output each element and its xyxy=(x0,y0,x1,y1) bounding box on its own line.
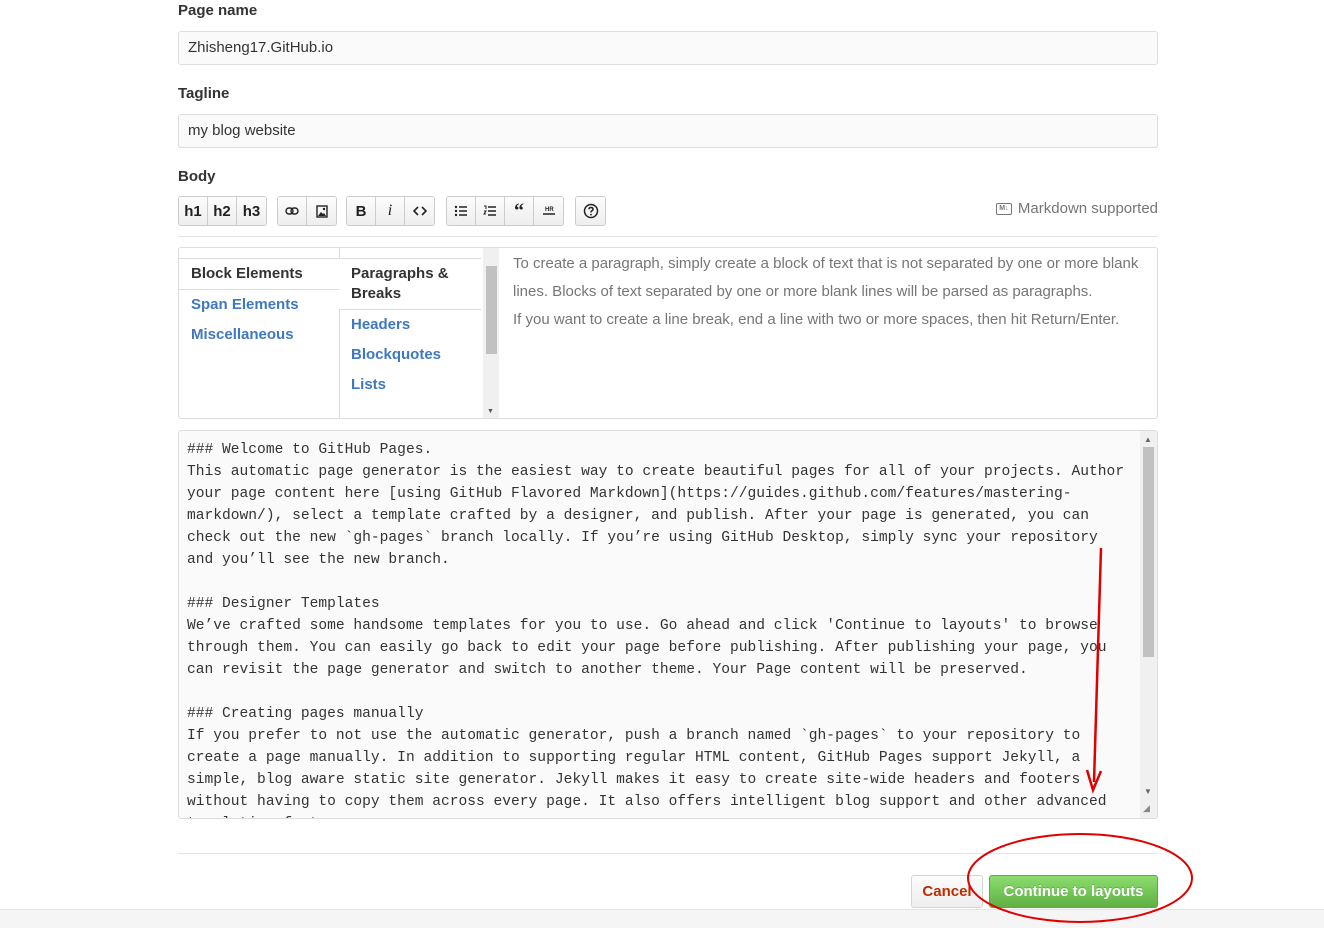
format-button-group: B i xyxy=(346,196,435,226)
help-category-miscellaneous[interactable]: Miscellaneous xyxy=(179,320,339,350)
help-topic-scrollbar[interactable]: ▼ xyxy=(483,248,499,418)
bold-button[interactable]: B xyxy=(347,197,376,225)
image-icon[interactable] xyxy=(307,197,336,225)
help-topic-lists[interactable]: Lists xyxy=(339,370,497,400)
help-category-block-elements[interactable]: Block Elements xyxy=(179,258,339,290)
link-icon[interactable] xyxy=(278,197,307,225)
scroll-up-icon[interactable]: ▲ xyxy=(1144,435,1152,444)
tagline-input[interactable]: my blog website xyxy=(178,114,1158,148)
scroll-down-icon[interactable]: ▼ xyxy=(487,408,494,415)
help-paragraph-2: If you want to create a line break, end … xyxy=(513,311,1120,328)
h3-button[interactable]: h3 xyxy=(237,197,266,225)
markdown-supported-note: M↓ Markdown supported xyxy=(995,200,1158,217)
ordered-list-icon[interactable] xyxy=(476,197,505,225)
page-footer xyxy=(0,909,1324,928)
body-label: Body xyxy=(178,168,216,185)
help-paragraph-1: To create a paragraph, simply create a b… xyxy=(513,255,1139,300)
actions-divider xyxy=(178,853,1158,854)
body-editor[interactable]: ### Welcome to GitHub Pages. This automa… xyxy=(178,430,1158,819)
body-editor-content[interactable]: ### Welcome to GitHub Pages. This automa… xyxy=(179,431,1157,818)
unordered-list-icon[interactable] xyxy=(447,197,476,225)
resize-handle-icon[interactable]: ◢ xyxy=(1143,803,1150,814)
help-content: To create a paragraph, simply create a b… xyxy=(513,250,1143,334)
hr-icon[interactable]: HR xyxy=(534,197,563,225)
h1-button[interactable]: h1 xyxy=(179,197,208,225)
svg-text:HR: HR xyxy=(545,207,554,213)
markdown-toolbar: h1 h2 h3 B i “ HR M↓ Markdown supported xyxy=(178,196,1158,226)
insert-button-group xyxy=(277,196,337,226)
quote-icon[interactable]: “ xyxy=(505,197,534,225)
editor-scrollbar[interactable]: ▲ ▼ ◢ xyxy=(1140,431,1157,818)
help-topic-paragraphs[interactable]: Paragraphs & Breaks xyxy=(339,258,481,310)
toolbar-divider xyxy=(178,236,1158,237)
scroll-down-icon[interactable]: ▼ xyxy=(1144,787,1152,796)
cancel-button[interactable]: Cancel xyxy=(911,875,983,908)
continue-to-layouts-button[interactable]: Continue to layouts xyxy=(989,875,1158,908)
tagline-label: Tagline xyxy=(178,85,230,102)
page-name-label: Page name xyxy=(178,2,258,19)
editor-scroll-thumb[interactable] xyxy=(1143,447,1154,657)
page-name-input[interactable]: Zhisheng17.GitHub.io xyxy=(178,31,1158,65)
h2-button[interactable]: h2 xyxy=(208,197,237,225)
help-scroll-thumb[interactable] xyxy=(486,266,497,354)
help-topic-list: Paragraphs & Breaks Headers Blockquotes … xyxy=(339,248,498,418)
help-category-list: Block Elements Span Elements Miscellaneo… xyxy=(179,248,340,418)
markdown-help-panel: Block Elements Span Elements Miscellaneo… xyxy=(178,247,1158,419)
help-topic-headers[interactable]: Headers xyxy=(339,310,497,340)
heading-button-group: h1 h2 h3 xyxy=(178,196,267,226)
code-icon[interactable] xyxy=(405,197,434,225)
help-button-group xyxy=(575,196,606,226)
help-topic-blockquotes[interactable]: Blockquotes xyxy=(339,340,497,370)
markdown-icon: M↓ xyxy=(995,202,1012,215)
italic-button[interactable]: i xyxy=(376,197,405,225)
help-category-span-elements[interactable]: Span Elements xyxy=(179,290,339,320)
list-button-group: “ HR xyxy=(446,196,564,226)
help-icon[interactable] xyxy=(576,197,605,225)
markdown-note-text: Markdown supported xyxy=(1017,200,1158,217)
